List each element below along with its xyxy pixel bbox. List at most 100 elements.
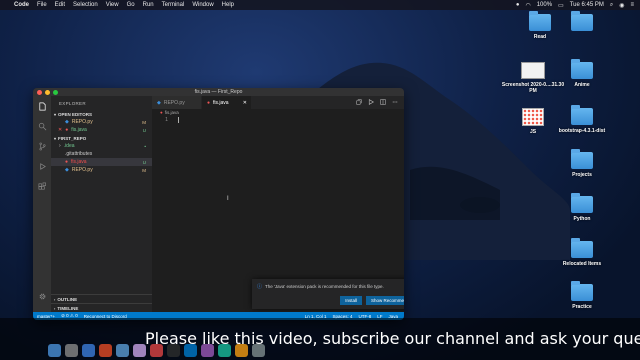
info-icon: ⓘ (257, 284, 263, 290)
chevron-right-icon: › (54, 296, 56, 302)
menu-selection[interactable]: Selection (73, 2, 98, 8)
run-debug-activity[interactable] (33, 156, 51, 176)
desktop-icon-relocated-items[interactable]: Relocated Items (550, 238, 614, 267)
explorer-activity[interactable] (33, 96, 51, 116)
desktop-icon-bootstrap[interactable]: bootstrap-4.3.1-dist (550, 105, 614, 134)
notification-toast: ⓘ The 'Java' extension pack is recommend… (252, 279, 404, 309)
desktop-icon-practice[interactable]: Practice (550, 281, 614, 310)
folder-icon (571, 149, 593, 169)
menu-terminal[interactable]: Terminal (162, 2, 185, 8)
timeline-label: TIMELINE (57, 305, 79, 311)
subtitle-text: Please like this video, subscribe our ch… (145, 329, 640, 348)
menu-app-name[interactable]: Code (14, 2, 29, 8)
breadcrumb-file: fis.java (164, 110, 179, 115)
desktop-icon-python[interactable]: Python (550, 193, 614, 222)
search-icon[interactable]: ⌕ (610, 2, 613, 9)
folder-icon (571, 281, 593, 301)
open-editors-label: OPEN EDITORS (58, 111, 92, 117)
mouse-pointer-icon: I (227, 196, 229, 202)
folder-icon (571, 59, 593, 79)
menu-help[interactable]: Help (222, 2, 234, 8)
install-button[interactable]: Install (340, 296, 362, 305)
chevron-down-icon: ▾ (54, 111, 57, 117)
folder-icon (529, 11, 551, 31)
image-thumbnail-icon (522, 108, 544, 126)
text-cursor (178, 117, 179, 123)
java-file-icon: ● (65, 127, 69, 133)
battery-icon[interactable]: ▭ (558, 2, 564, 9)
window-title: fis.java — First_Repo (194, 89, 243, 95)
compare-changes-icon[interactable] (356, 99, 362, 105)
menu-view[interactable]: View (106, 2, 119, 8)
window-titlebar[interactable]: fis.java — First_Repo (33, 88, 404, 96)
files-icon (38, 102, 46, 110)
git-status-badge: U (142, 159, 146, 165)
more-actions-icon[interactable] (392, 99, 398, 105)
mail-icon[interactable] (116, 343, 129, 357)
menu-bar-status: ● ◠ 100% ▭ Tue 6:45 PM ⌕ ◉ ≡ (516, 2, 634, 9)
search-activity[interactable] (33, 116, 51, 136)
launchpad-icon[interactable] (65, 343, 78, 357)
clock[interactable]: Tue 6:45 PM (570, 2, 604, 8)
menu-go[interactable]: Go (127, 2, 135, 8)
code-line[interactable]: 1 (152, 116, 404, 124)
user-icon[interactable]: ◉ (619, 2, 624, 9)
desktop-icon-projects[interactable]: Projects (550, 149, 614, 178)
desktop-icon-label: bootstrap-4.3.1-dist (558, 128, 606, 134)
menu-run[interactable]: Run (143, 2, 154, 8)
open-editors-header[interactable]: ▾ OPEN EDITORS (51, 110, 152, 118)
activity-bar (33, 96, 51, 312)
file-name: REPO.py (71, 167, 93, 173)
chrome-icon[interactable] (99, 343, 112, 357)
breadcrumb[interactable]: ● fis.java (152, 109, 404, 116)
folder-icon (571, 193, 593, 213)
git-status-badge: U (142, 127, 146, 133)
outline-header[interactable]: › OUTLINE (51, 294, 152, 303)
gear-icon (39, 293, 45, 299)
desktop-icon-label: Anime (574, 82, 590, 88)
close-icon[interactable]: ✕ (243, 100, 247, 106)
tab-repo-py[interactable]: ◆ REPO.py (152, 96, 202, 109)
source-control-activity[interactable] (33, 136, 51, 156)
desktop-icon-anime[interactable]: Anime (550, 59, 614, 88)
source-control-icon (38, 142, 46, 150)
record-icon[interactable]: ● (516, 2, 520, 8)
tree-item-gitattributes[interactable]: .gitattributes (51, 150, 152, 158)
sidebar-bottom-sections: › OUTLINE › TIMELINE (51, 294, 152, 312)
extensions-activity[interactable] (33, 176, 51, 196)
menu-window[interactable]: Window (192, 2, 213, 8)
desktop-icon-label: Relocated Items (562, 261, 602, 267)
desktop-icon-folder[interactable] (550, 11, 614, 31)
timeline-header[interactable]: › TIMELINE (51, 303, 152, 312)
editor-area: ◆ REPO.py ● fis.java ✕ ● fis.java 1 I ⓘ … (152, 96, 404, 312)
tree-item-repo-py[interactable]: ◆ REPO.py M (51, 166, 152, 174)
image-thumbnail-icon (521, 62, 545, 79)
file-name: .idea (63, 143, 75, 149)
open-editor-item-fis-java[interactable]: ✕ ● fis.java U (51, 126, 152, 134)
tree-item-fis-java[interactable]: ● fis.java U (51, 158, 152, 166)
show-recommendations-button[interactable]: Show Recommendations (365, 296, 404, 305)
tree-item-idea[interactable]: › .idea • (51, 142, 152, 150)
open-editor-item-repo-py[interactable]: ◆ REPO.py M (51, 118, 152, 126)
explorer-sidebar: EXPLORER ▾ OPEN EDITORS ◆ REPO.py M ✕ ● … (51, 96, 152, 312)
menu-edit[interactable]: Edit (55, 2, 65, 8)
line-number: 1 (164, 117, 168, 123)
desktop-icon-label: Python (573, 216, 591, 222)
menu-file[interactable]: File (37, 2, 47, 8)
control-center-icon[interactable]: ≡ (630, 2, 634, 8)
java-file-icon: ● (207, 99, 211, 106)
java-file-icon: ● (65, 159, 69, 165)
close-icon[interactable]: ✕ (58, 127, 62, 133)
run-icon[interactable] (368, 99, 374, 105)
split-editor-icon[interactable] (380, 99, 386, 105)
finder-icon[interactable] (48, 343, 61, 357)
safari-icon[interactable] (82, 343, 95, 357)
battery-percent[interactable]: 100% (537, 2, 552, 8)
folder-header[interactable]: ▾ FIRST_REPO (51, 134, 152, 142)
folder-icon (571, 105, 593, 125)
desktop-icon-label: Projects (572, 172, 592, 178)
tab-label: fis.java (213, 99, 229, 106)
wifi-icon[interactable]: ◠ (525, 2, 530, 9)
settings-activity[interactable] (33, 286, 51, 306)
tab-fis-java[interactable]: ● fis.java ✕ (202, 96, 252, 109)
